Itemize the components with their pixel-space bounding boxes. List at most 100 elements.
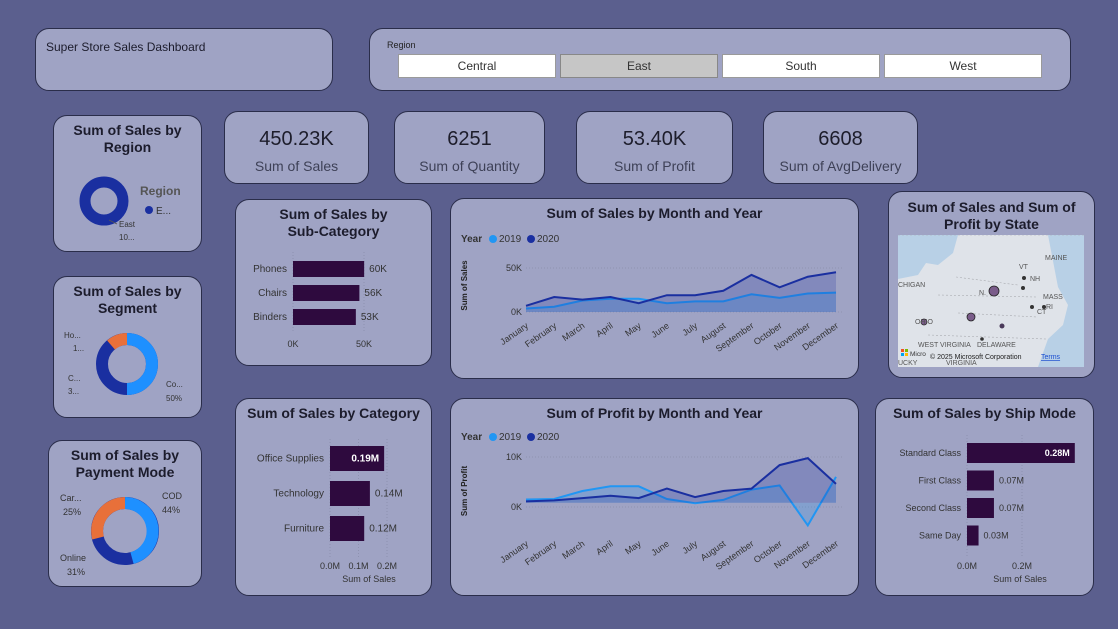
category-label: Phones <box>253 264 287 275</box>
region-slice-label: East <box>119 220 136 229</box>
kpi-card-avgdelivery[interactable]: 6608 Sum of AvgDelivery <box>763 111 918 184</box>
sales-month-line-chart[interactable]: Year 2019 2020Sum of Sales 50K0KJanuaryFebr… <box>451 199 859 379</box>
payment-value-1: 44% <box>162 505 180 515</box>
subcategory-card: Sum of Sales by Sub-Category 0K 50K Phones… <box>235 199 432 366</box>
kpi-label: Sum of Profit <box>614 158 695 174</box>
legend-dot-icon <box>489 433 497 441</box>
subcategory-bar-chart[interactable]: 0K 50K Phones 60K Chairs 56K Binders 53K <box>236 200 432 366</box>
payment-value-2: 31% <box>67 567 85 577</box>
x-tick-label: February <box>523 538 559 567</box>
map-bubble <box>1030 305 1034 309</box>
map-title[interactable]: Sum of Sales and Sum of Profit by State <box>889 199 1094 233</box>
x-tick-label: March <box>560 538 586 561</box>
x-tick-label: February <box>523 320 559 349</box>
map-bubble <box>980 337 984 341</box>
y-tick-label: 0K <box>511 502 522 512</box>
legend-dot-icon <box>145 206 153 214</box>
donut-slice-cards <box>91 497 126 540</box>
dashboard-title-card: Super Store Sales Dashboard <box>35 28 333 91</box>
bar <box>967 498 994 518</box>
map-terms-link[interactable]: Terms <box>1041 354 1061 361</box>
x-tick-label: July <box>680 320 699 338</box>
data-label: 0.07M <box>999 503 1024 513</box>
area-fill <box>526 272 836 312</box>
x-tick-label: April <box>594 538 614 557</box>
kpi-card-sales[interactable]: 450.23K Sum of Sales <box>224 111 369 184</box>
map-label: CHIGAN <box>898 282 925 289</box>
category-bar-chart[interactable]: 0.0M 0.1M 0.2M Office Supplies 0.19M Technolo… <box>236 399 432 596</box>
shipmode-bar-chart[interactable]: 0.0M 0.2M Standard Class 0.28M First Class 0.… <box>876 399 1094 596</box>
category-label: Binders <box>253 312 287 323</box>
microsoft-logo-icon <box>901 349 908 356</box>
map-bubble <box>1021 286 1025 290</box>
map-label: VIRGINIA <box>946 360 977 367</box>
kpi-label: Sum of Quantity <box>419 158 520 174</box>
payment-donut-chart[interactable]: Car... 25% COD 44% Online 31% <box>49 441 202 587</box>
bar <box>330 516 365 541</box>
payment-donut-card: Sum of Sales by Payment Mode Car... 25% … <box>48 440 202 587</box>
bar <box>293 309 356 325</box>
segment-value-2: 50% <box>166 394 182 403</box>
kpi-value: 6251 <box>447 128 492 150</box>
map-label: OHIO <box>915 319 933 326</box>
category-label: Chairs <box>258 288 287 299</box>
segment-label-0: Ho... <box>64 331 81 340</box>
kpi-value: 450.23K <box>259 128 334 150</box>
state-map[interactable]: MAINE VT NH MASS RI CT CHIGAN OHIO N. WE… <box>898 235 1084 367</box>
kpi-card-quantity[interactable]: 6251 Sum of Quantity <box>394 111 545 184</box>
data-label: 0.14M <box>375 489 403 500</box>
data-label: 53K <box>361 312 379 323</box>
category-label: Same Day <box>919 531 962 541</box>
x-tick-label: 0.0M <box>320 561 340 571</box>
category-label: Office Supplies <box>257 454 324 465</box>
legend-dot-icon <box>527 433 535 441</box>
profit-month-line-chart[interactable]: Year 2019 2020Sum of Profit10K0KJanuaryFeb… <box>451 399 859 596</box>
donut-slice-east <box>79 176 129 226</box>
slicer-option-west[interactable]: West <box>884 54 1042 78</box>
x-tick-label: 50K <box>356 339 372 349</box>
donut-slice-home-office <box>107 333 128 350</box>
payment-value-0: 25% <box>63 507 81 517</box>
x-tick-label: 0.0M <box>957 561 977 571</box>
map-bubble <box>988 285 1000 297</box>
region-slice-value: 10... <box>119 233 135 242</box>
kpi-value: 53.40K <box>622 128 687 150</box>
data-label: 0.12M <box>369 524 397 535</box>
slicer-option-central[interactable]: Central <box>398 54 556 78</box>
category-card: Sum of Sales by Category 0.0M 0.1M 0.2M Off… <box>235 398 432 596</box>
category-label: Furniture <box>284 524 324 535</box>
map-label: CT <box>1037 309 1047 316</box>
payment-label-1: COD <box>162 491 183 501</box>
x-tick-label: 0.2M <box>377 561 397 571</box>
payment-label-0: Car... <box>60 493 82 503</box>
slicer-option-south[interactable]: South <box>722 54 880 78</box>
y-tick-label: 0K <box>511 307 522 317</box>
segment-value-0: 1... <box>73 344 84 353</box>
data-label: 60K <box>369 264 387 275</box>
region-legend-item[interactable]: E... <box>156 206 171 217</box>
region-legend-title: Region <box>140 184 181 198</box>
y-axis-label: Sum of Sales <box>460 260 469 311</box>
segment-donut-chart[interactable]: Ho... 1... C... 3... Co... 50% <box>54 277 202 418</box>
map-attribution: © 2025 Microsoft Corporation <box>930 353 1022 361</box>
payment-label-2: Online <box>60 553 86 563</box>
map-label: DELAWARE <box>977 342 1016 349</box>
x-tick-label: March <box>560 320 586 343</box>
map-label: MAINE <box>1045 255 1068 262</box>
x-tick-label: June <box>649 320 671 339</box>
category-label: Second Class <box>905 503 961 513</box>
legend-dot-icon <box>489 235 497 243</box>
y-tick-label: 10K <box>506 452 522 462</box>
slicer-option-east[interactable]: East <box>560 54 718 78</box>
bar <box>967 470 994 491</box>
x-tick-label: April <box>594 320 614 339</box>
data-label: 0.03M <box>984 531 1009 541</box>
donut-slice-cod <box>124 497 159 564</box>
kpi-card-profit[interactable]: 53.40K Sum of Profit <box>576 111 733 184</box>
kpi-label: Sum of Sales <box>254 158 339 174</box>
region-donut-chart[interactable]: Region E... East 10... <box>54 116 202 252</box>
map-bubble <box>966 312 976 322</box>
legend-item: 2019 <box>499 234 522 245</box>
sales-month-card: Sum of Sales by Month and Year Year 2019 2… <box>450 198 859 379</box>
category-label: Technology <box>273 489 324 500</box>
